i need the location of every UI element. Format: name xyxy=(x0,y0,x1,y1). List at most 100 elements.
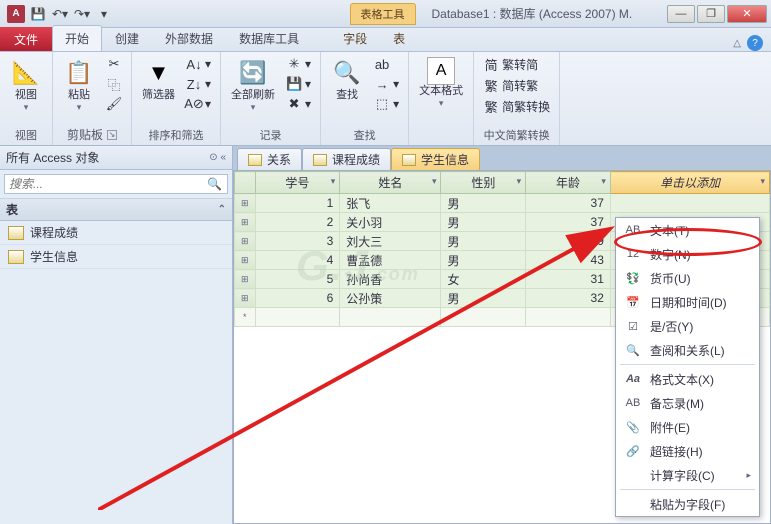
menu-lookup[interactable]: 🔍查阅和关系(L) xyxy=(616,338,759,362)
column-add-new[interactable]: 单击以添加▾ xyxy=(610,172,769,194)
cell-name[interactable]: 孙尚香 xyxy=(340,270,441,289)
menu-attachment[interactable]: 📎附件(E) xyxy=(616,415,759,439)
nav-header[interactable]: 所有 Access 对象 ⊙ « xyxy=(0,146,232,170)
column-gender[interactable]: 性别▾ xyxy=(441,172,526,194)
cell-id[interactable]: 5 xyxy=(255,270,340,289)
cell-age[interactable]: 32 xyxy=(526,289,611,308)
nav-group-tables[interactable]: 表 ⌃ xyxy=(0,199,232,221)
menu-calculated[interactable]: 计算字段(C)▸ xyxy=(616,463,759,487)
row-selector[interactable]: ⊞ xyxy=(235,194,256,213)
dropdown-icon[interactable]: ▾ xyxy=(601,176,606,187)
save-icon[interactable]: 💾 xyxy=(28,4,48,24)
paste-button[interactable]: 📋 粘贴 ▾ xyxy=(59,55,99,115)
menu-datetime[interactable]: 📅日期和时间(D) xyxy=(616,290,759,314)
copy-button[interactable]: ⿻ xyxy=(103,75,125,93)
sort-desc-button[interactable]: Z↓▾ xyxy=(183,75,214,93)
tab-fields[interactable]: 字段 xyxy=(330,25,380,51)
menu-text[interactable]: AB文本(T) xyxy=(616,218,759,242)
cell-age[interactable]: 37 xyxy=(526,213,611,232)
cell-id[interactable]: 4 xyxy=(255,251,340,270)
cell-age[interactable]: 37 xyxy=(526,194,611,213)
minimize-button[interactable]: — xyxy=(667,5,695,23)
table-row[interactable]: ⊞1张飞男37 xyxy=(235,194,770,213)
cell-name[interactable]: 公孙策 xyxy=(340,289,441,308)
tab-database-tools[interactable]: 数据库工具 xyxy=(226,25,312,51)
cell-age[interactable]: 39 xyxy=(526,232,611,251)
select-all-corner[interactable] xyxy=(235,172,256,194)
column-name[interactable]: 姓名▾ xyxy=(340,172,441,194)
cell-gender[interactable]: 男 xyxy=(441,251,526,270)
undo-icon[interactable]: ↶▾ xyxy=(50,4,70,24)
dropdown-icon[interactable]: ▾ xyxy=(331,176,336,187)
cell-age[interactable]: 31 xyxy=(526,270,611,289)
row-selector[interactable]: ⊞ xyxy=(235,251,256,270)
menu-currency[interactable]: 💱货币(U) xyxy=(616,266,759,290)
row-selector[interactable]: * xyxy=(235,308,256,327)
menu-yesno[interactable]: ☑是/否(Y) xyxy=(616,314,759,338)
cell-age[interactable]: 43 xyxy=(526,251,611,270)
cell-name[interactable]: 关小羽 xyxy=(340,213,441,232)
cell-gender[interactable]: 女 xyxy=(441,270,526,289)
tab-create[interactable]: 创建 xyxy=(102,25,152,51)
nav-item[interactable]: 课程成绩 xyxy=(0,221,232,245)
column-age[interactable]: 年龄▾ xyxy=(526,172,611,194)
cut-button[interactable]: ✂ xyxy=(103,55,125,73)
row-selector[interactable]: ⊞ xyxy=(235,213,256,232)
goto-button[interactable]: →▾ xyxy=(371,75,402,93)
help-icon[interactable]: ? xyxy=(747,35,763,51)
text-format-button[interactable]: A 文本格式 ▾ xyxy=(415,55,467,111)
redo-icon[interactable]: ↷▾ xyxy=(72,4,92,24)
doc-tab[interactable]: 关系 xyxy=(237,148,302,170)
close-button[interactable]: ✕ xyxy=(727,5,767,23)
view-button[interactable]: 📐 视图 ▾ xyxy=(6,55,46,115)
menu-memo[interactable]: AB备忘录(M) xyxy=(616,391,759,415)
cell-name[interactable]: 曹孟德 xyxy=(340,251,441,270)
clipboard-launcher[interactable]: ↘ xyxy=(107,130,117,140)
cell-new[interactable] xyxy=(610,194,769,213)
clear-sort-button[interactable]: A⊘▾ xyxy=(183,95,214,113)
doc-tab[interactable]: 学生信息 xyxy=(391,148,480,170)
tab-external-data[interactable]: 外部数据 xyxy=(152,25,226,51)
dropdown-icon[interactable]: ▾ xyxy=(432,176,437,187)
sort-asc-button[interactable]: A↓▾ xyxy=(183,55,214,73)
row-selector[interactable]: ⊞ xyxy=(235,289,256,308)
dropdown-icon[interactable]: ▾ xyxy=(517,176,522,187)
column-id[interactable]: 学号▾ xyxy=(255,172,340,194)
cell-gender[interactable]: 男 xyxy=(441,289,526,308)
minimize-ribbon-icon[interactable]: △ xyxy=(733,38,741,49)
doc-tab[interactable]: 课程成绩 xyxy=(302,148,391,170)
qat-dropdown-icon[interactable]: ▾ xyxy=(94,4,114,24)
search-icon[interactable]: 🔍 xyxy=(207,177,222,191)
cell-id[interactable]: 1 xyxy=(255,194,340,213)
cell-id[interactable]: 6 xyxy=(255,289,340,308)
refresh-all-button[interactable]: 🔄 全部刷新 ▾ xyxy=(227,55,279,115)
menu-hyperlink[interactable]: 🔗超链接(H) xyxy=(616,439,759,463)
cell-gender[interactable]: 男 xyxy=(441,232,526,251)
cell-id[interactable]: 2 xyxy=(255,213,340,232)
replace-button[interactable]: ab xyxy=(371,55,402,73)
chinese-convert-button[interactable]: 繁简繁转换 xyxy=(480,97,553,116)
menu-number[interactable]: 12数字(N) xyxy=(616,242,759,266)
filter-button[interactable]: ▼ 筛选器 xyxy=(138,55,179,104)
dropdown-icon[interactable]: ▾ xyxy=(760,176,765,187)
format-painter-button[interactable]: 🖌 xyxy=(103,95,125,113)
cell-name[interactable]: 张飞 xyxy=(340,194,441,213)
row-selector[interactable]: ⊞ xyxy=(235,232,256,251)
new-record-button[interactable]: ✳▾ xyxy=(283,55,314,73)
delete-record-button[interactable]: ✖▾ xyxy=(283,95,314,113)
simp-to-trad-button[interactable]: 繁简转繁 xyxy=(480,76,553,95)
find-button[interactable]: 🔍 查找 xyxy=(327,55,367,104)
nav-collapse-icon[interactable]: ⊙ « xyxy=(209,152,226,163)
app-icon[interactable]: A xyxy=(6,4,26,24)
nav-search-input[interactable] xyxy=(4,174,228,194)
select-button[interactable]: ⬚▾ xyxy=(371,95,402,113)
menu-paste-as-field[interactable]: 粘贴为字段(F) xyxy=(616,492,759,516)
cell-name[interactable]: 刘大三 xyxy=(340,232,441,251)
menu-richtext[interactable]: Aa格式文本(X) xyxy=(616,367,759,391)
trad-to-simp-button[interactable]: 简繁转简 xyxy=(480,55,553,74)
cell-id[interactable]: 3 xyxy=(255,232,340,251)
restore-button[interactable]: ❐ xyxy=(697,5,725,23)
cell-gender[interactable]: 男 xyxy=(441,213,526,232)
cell-gender[interactable]: 男 xyxy=(441,194,526,213)
tab-home[interactable]: 开始 xyxy=(52,25,102,51)
